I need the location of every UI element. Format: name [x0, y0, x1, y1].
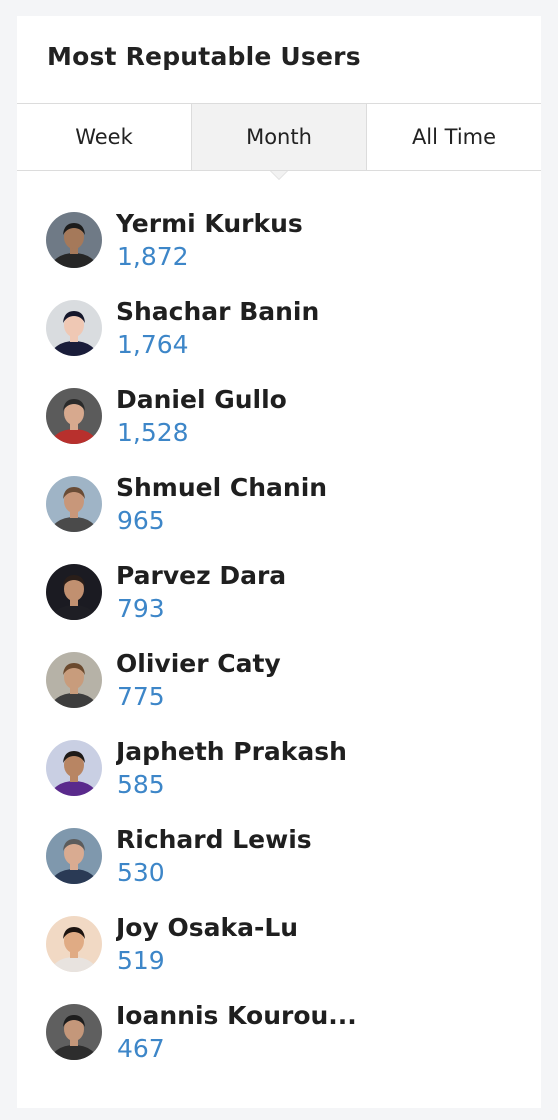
user-name[interactable]: Parvez Dara [116, 561, 286, 590]
user-name[interactable]: Ioannis Kourou... [116, 1001, 357, 1030]
list-item[interactable]: Daniel Gullo 1,528 [17, 385, 541, 475]
reputation-score: 793 [117, 594, 165, 623]
user-name[interactable]: Olivier Caty [116, 649, 281, 678]
avatar[interactable] [46, 564, 102, 620]
avatar[interactable] [46, 388, 102, 444]
avatar[interactable] [46, 916, 102, 972]
user-name[interactable]: Japheth Prakash [116, 737, 347, 766]
list-item[interactable]: Shmuel Chanin 965 [17, 473, 541, 563]
tab-all-time[interactable]: All Time [366, 104, 541, 170]
reputation-score: 1,528 [117, 418, 189, 447]
tab-month[interactable]: Month [191, 104, 366, 180]
list-item[interactable]: Parvez Dara 793 [17, 561, 541, 651]
list-item[interactable]: Yermi Kurkus 1,872 [17, 209, 541, 299]
user-name[interactable]: Joy Osaka-Lu [116, 913, 298, 942]
reputation-score: 965 [117, 506, 165, 535]
avatar[interactable] [46, 740, 102, 796]
reputation-score: 1,764 [117, 330, 189, 359]
most-reputable-users-widget: Most Reputable Users Week Month All Time… [17, 16, 541, 1108]
user-name[interactable]: Yermi Kurkus [116, 209, 303, 238]
user-name[interactable]: Daniel Gullo [116, 385, 287, 414]
reputation-score: 530 [117, 858, 165, 887]
user-name[interactable]: Richard Lewis [116, 825, 312, 854]
avatar[interactable] [46, 828, 102, 884]
period-tabs: Week Month All Time [17, 103, 541, 180]
list-item[interactable]: Olivier Caty 775 [17, 649, 541, 739]
reputation-score: 519 [117, 946, 165, 975]
avatar[interactable] [46, 212, 102, 268]
tab-week[interactable]: Week [17, 104, 191, 170]
widget-title: Most Reputable Users [47, 42, 361, 71]
reputation-score: 775 [117, 682, 165, 711]
list-item[interactable]: Shachar Banin 1,764 [17, 297, 541, 387]
reputation-score: 1,872 [117, 242, 189, 271]
list-item[interactable]: Joy Osaka-Lu 519 [17, 913, 541, 1003]
reputation-score: 467 [117, 1034, 165, 1063]
avatar[interactable] [46, 300, 102, 356]
list-item[interactable]: Japheth Prakash 585 [17, 737, 541, 827]
avatar[interactable] [46, 1004, 102, 1060]
user-name[interactable]: Shachar Banin [116, 297, 319, 326]
list-item[interactable]: Ioannis Kourou... 467 [17, 1001, 541, 1091]
avatar[interactable] [46, 476, 102, 532]
user-name[interactable]: Shmuel Chanin [116, 473, 327, 502]
avatar[interactable] [46, 652, 102, 708]
reputation-score: 585 [117, 770, 165, 799]
user-list: Yermi Kurkus 1,872 Shachar Banin 1,764 Danie… [17, 209, 541, 1091]
list-item[interactable]: Richard Lewis 530 [17, 825, 541, 915]
